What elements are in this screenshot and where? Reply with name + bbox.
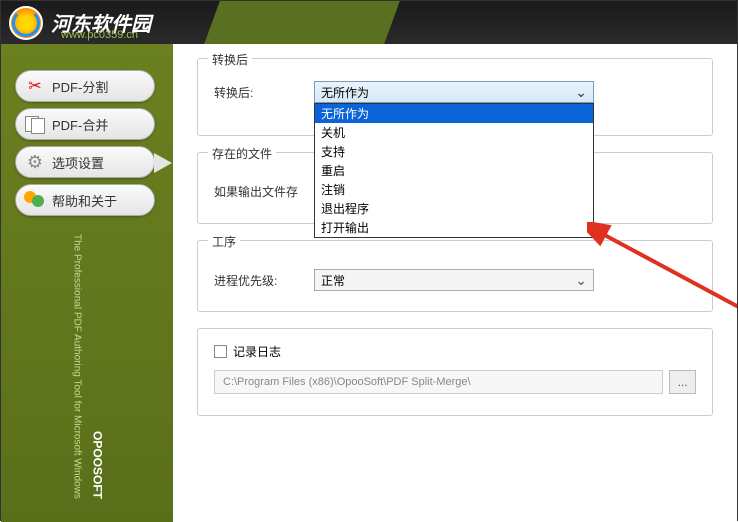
dropdown-option[interactable]: 重启 xyxy=(315,161,593,180)
browse-button[interactable]: ... xyxy=(669,370,696,394)
nav-label: PDF-分割 xyxy=(52,77,108,96)
label-after-convert: 转换后: xyxy=(214,84,314,101)
sidebar: ✂ PDF-分割 PDF-合并 ⚙ 选项设置 帮助和关于 The Profess… xyxy=(1,44,173,522)
header-tab-shape xyxy=(204,1,400,44)
nav-label: 帮助和关于 xyxy=(52,191,117,210)
label-log: 记录日志 xyxy=(233,343,281,360)
dropdown-option[interactable]: 无所作为 xyxy=(315,104,593,123)
app-header: 河东软件园 www.pc0359.cn xyxy=(1,1,737,44)
select-priority[interactable]: 正常 xyxy=(314,269,594,291)
input-log-path[interactable]: C:\Program Files (x86)\OpooSoft\PDF Spli… xyxy=(214,370,663,394)
merge-icon xyxy=(24,113,46,135)
dropdown-option[interactable]: 注销 xyxy=(315,180,593,199)
nav-pdf-merge[interactable]: PDF-合并 xyxy=(15,108,155,140)
dropdown-option[interactable]: 关机 xyxy=(315,123,593,142)
legend-process: 工序 xyxy=(208,233,240,250)
select-after-convert[interactable]: 无所作为 xyxy=(314,81,594,103)
sidebar-tagline: The Professional PDF Authoring Tool for … xyxy=(69,234,83,499)
label-existing-file: 如果输出文件存 xyxy=(214,183,314,200)
dropdown-option[interactable]: 退出程序 xyxy=(315,199,593,218)
gear-icon: ⚙ xyxy=(24,151,46,173)
content-panel: 转换后 转换后: 无所作为 无所作为 关机 支持 重启 注销 退出 xyxy=(173,44,737,522)
fieldset-after-convert: 转换后 转换后: 无所作为 无所作为 关机 支持 重启 注销 退出 xyxy=(197,58,713,136)
sidebar-brand: OPOOSOFT xyxy=(91,431,105,499)
nav-help[interactable]: 帮助和关于 xyxy=(15,184,155,216)
label-priority: 进程优先级: xyxy=(214,272,314,289)
header-subtitle: www.pc0359.cn xyxy=(61,29,138,41)
checkbox-log[interactable] xyxy=(214,345,227,358)
logo-icon xyxy=(9,6,43,40)
dropdown-option[interactable]: 打开输出 xyxy=(315,218,593,237)
legend-after-convert: 转换后 xyxy=(208,51,252,68)
fieldset-process: 工序 进程优先级: 正常 xyxy=(197,240,713,312)
dropdown-after-convert: 无所作为 关机 支持 重启 注销 退出程序 打开输出 xyxy=(314,103,594,238)
scissors-icon: ✂ xyxy=(24,75,46,97)
legend-existing-file: 存在的文件 xyxy=(208,145,276,162)
nav-label: 选项设置 xyxy=(52,153,104,172)
nav-options[interactable]: ⚙ 选项设置 xyxy=(15,146,155,178)
nav-pdf-split[interactable]: ✂ PDF-分割 xyxy=(15,70,155,102)
fieldset-log: 记录日志 C:\Program Files (x86)\OpooSoft\PDF… xyxy=(197,328,713,416)
nav-label: PDF-合并 xyxy=(52,115,108,134)
help-icon xyxy=(24,189,46,211)
dropdown-option[interactable]: 支持 xyxy=(315,142,593,161)
